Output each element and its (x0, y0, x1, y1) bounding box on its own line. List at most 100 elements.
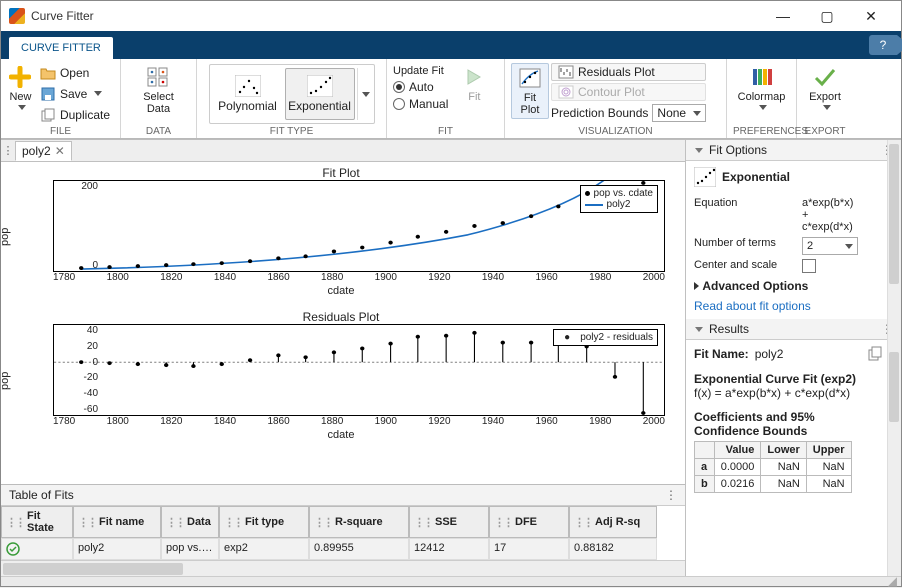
residuals-plot-toggle[interactable]: Residuals Plot (551, 63, 706, 81)
contour-plot-toggle[interactable]: Contour Plot (551, 83, 706, 101)
left-pane: ⋮ poly2 ✕ Fit Plot pop 200 0 (1, 140, 685, 576)
right-scrollbar[interactable] (887, 140, 901, 576)
col-data[interactable]: ⋮⋮Data (161, 506, 219, 538)
app-window: Curve Fitter ― ▢ ✕ CURVE FITTER ? New Op… (0, 0, 902, 587)
minimize-button[interactable]: ― (761, 2, 805, 30)
col-rsq[interactable]: ⋮⋮R-square (309, 506, 409, 538)
fit-plot-legend: pop vs. cdate poly2 (580, 185, 658, 213)
center-scale-checkbox[interactable] (802, 259, 816, 273)
doc-tabs: ⋮ poly2 ✕ (1, 140, 685, 162)
center-scale-label: Center and scale (694, 259, 794, 273)
prediction-bounds-select[interactable]: None (652, 104, 706, 122)
toolstrip-tabs: CURVE FITTER ? (1, 31, 901, 59)
fit-button[interactable]: Fit (459, 63, 489, 105)
chevron-down-icon (693, 111, 701, 116)
cell-rsq[interactable]: 0.89955 (309, 538, 409, 560)
residuals-plot-xticks: 1780180018201840186018801900192019401960… (53, 416, 665, 427)
residuals-plot-xlabel: cdate (7, 429, 675, 441)
tab-curve-fitter[interactable]: CURVE FITTER (9, 37, 113, 59)
open-button[interactable]: Open (36, 63, 114, 82)
chevron-right-icon (694, 282, 699, 290)
table-of-fits-title: Table of Fits (9, 488, 74, 502)
radio-manual[interactable]: Manual (393, 97, 448, 111)
cell-fitname[interactable]: poly2 (73, 538, 161, 560)
nterms-select[interactable]: 2 (802, 237, 858, 255)
fit-options-title: Fit Options (709, 143, 767, 157)
col-fitstate[interactable]: ⋮⋮Fit State (1, 506, 73, 538)
help-button[interactable]: ? (869, 35, 897, 55)
prediction-bounds-label: Prediction Bounds (551, 106, 648, 120)
advanced-options-toggle[interactable]: Advanced Options (694, 279, 883, 293)
fit-name-value: poly2 (755, 347, 784, 361)
cell-sse[interactable]: 12412 (409, 538, 489, 560)
chevron-down-icon (823, 105, 831, 110)
group-label-fittype: FIT TYPE (203, 125, 380, 137)
fit-eq-title: Exponential Curve Fit (exp2) (694, 372, 856, 386)
dot-icon (585, 191, 590, 196)
status-ok-icon (6, 542, 20, 556)
contour-icon (558, 85, 574, 99)
update-fit-label: Update Fit (393, 65, 448, 77)
maximize-button[interactable]: ▢ (805, 2, 849, 30)
residuals-plot-legend: ●poly2 - residuals (553, 329, 658, 346)
cell-dfe[interactable]: 17 (489, 538, 569, 560)
cell-adjrsq[interactable]: 0.88182 (569, 538, 657, 560)
save-button[interactable]: Save (36, 84, 114, 103)
cell-data[interactable]: pop vs.… (161, 538, 219, 560)
fit-type-polynomial[interactable]: Polynomial (213, 68, 283, 120)
col-adjrsq[interactable]: ⋮⋮Adj R-sq (569, 506, 657, 538)
fitplot-icon (518, 66, 542, 90)
exponential-icon (307, 75, 333, 97)
model-name: Exponential (722, 170, 790, 184)
group-label-fit: FIT (393, 125, 498, 137)
export-button[interactable]: Export (803, 63, 847, 112)
fit-plot: Fit Plot pop 200 0 (7, 166, 675, 306)
residuals-icon (558, 65, 574, 79)
new-button[interactable]: New (7, 63, 34, 112)
table-h-scrollbar[interactable] (1, 560, 685, 576)
fit-plot-ylabel: pop (1, 228, 11, 246)
resize-grip-icon[interactable]: ◢ (888, 574, 897, 588)
radio-auto[interactable]: Auto (393, 80, 448, 94)
fit-name-label: Fit Name: (694, 347, 749, 361)
fit-eq: f(x) = a*exp(b*x) + c*exp(d*x) (694, 386, 883, 400)
close-icon[interactable]: ✕ (55, 144, 65, 158)
equation-label: Equation (694, 197, 794, 209)
fit-plot-title: Fit Plot (7, 166, 675, 180)
fit-type-exponential[interactable]: Exponential (285, 68, 355, 120)
radio-icon (393, 98, 405, 110)
panel-menu-icon[interactable]: ⋮ (665, 488, 677, 502)
select-data-button[interactable]: Select Data (137, 63, 181, 117)
close-button[interactable]: ✕ (849, 2, 893, 30)
col-dfe[interactable]: ⋮⋮DFE (489, 506, 569, 538)
chevron-down-icon (94, 91, 102, 96)
residuals-plot-title: Residuals Plot (7, 310, 675, 324)
cell-fittype[interactable]: exp2 (219, 538, 309, 560)
doc-tab-poly2[interactable]: poly2 ✕ (15, 141, 72, 161)
chevron-down-icon (845, 244, 853, 249)
workspace: ⋮ poly2 ✕ Fit Plot pop 200 0 (1, 139, 901, 576)
line-icon (585, 204, 603, 206)
read-about-link[interactable]: Read about fit options (694, 299, 811, 313)
play-icon (462, 65, 486, 89)
fit-type-more-button[interactable] (357, 68, 371, 120)
collapse-icon[interactable] (695, 148, 703, 153)
fit-plot-xlabel: cdate (7, 285, 675, 297)
chevron-down-icon (362, 92, 370, 97)
nterms-label: Number of terms (694, 237, 794, 255)
copy-icon[interactable] (867, 346, 883, 362)
duplicate-button[interactable]: Duplicate (36, 105, 114, 124)
cell-fitstate[interactable] (1, 538, 73, 560)
fits-table: ⋮⋮Fit State ⋮⋮Fit name ⋮⋮Data ⋮⋮Fit type… (1, 506, 685, 560)
collapse-icon[interactable] (695, 327, 703, 332)
right-pane: Fit Options ⋮ Exponential Equation a*exp… (685, 140, 901, 576)
tab-menu-icon[interactable]: ⋮ (1, 149, 15, 153)
colormap-button[interactable]: Colormap (735, 63, 789, 112)
col-fitname[interactable]: ⋮⋮Fit name (73, 506, 161, 538)
equation-value: a*exp(b*x) + c*exp(d*x) (802, 197, 853, 233)
col-sse[interactable]: ⋮⋮SSE (409, 506, 489, 538)
folder-open-icon (40, 65, 56, 81)
table-of-fits-pane: Table of Fits ⋮ ⋮⋮Fit State ⋮⋮Fit name ⋮… (1, 484, 685, 576)
fit-plot-toggle[interactable]: Fit Plot (511, 63, 549, 119)
col-fittype[interactable]: ⋮⋮Fit type (219, 506, 309, 538)
